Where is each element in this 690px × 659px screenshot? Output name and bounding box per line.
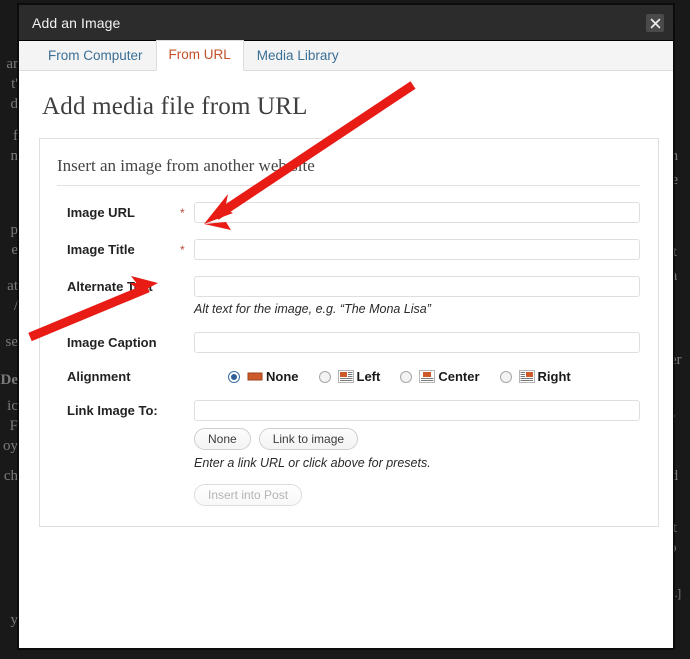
field-row-image-url: Image URL *: [55, 202, 640, 223]
alignment-label-center: Center: [438, 369, 480, 384]
label-image-url: Image URL: [67, 205, 135, 220]
bg-fragment: F: [9, 418, 18, 434]
link-to-image-button[interactable]: Link to image: [258, 428, 359, 450]
bg-fragment: n: [10, 148, 19, 164]
radio-left[interactable]: [318, 370, 331, 383]
tab-from-url[interactable]: From URL: [155, 40, 244, 71]
tab-media-library[interactable]: Media Library: [244, 41, 352, 71]
alt-text-hint: Alt text for the image, e.g. “The Mona L…: [194, 302, 431, 316]
align-right-icon: [518, 370, 535, 383]
field-row-alternate-text: Alternate Text: [55, 276, 640, 297]
alignment-option-left[interactable]: Left: [318, 369, 381, 384]
modal-title: Add an Image: [32, 14, 121, 31]
bg-fragment: at: [7, 278, 18, 294]
align-center-icon: [419, 370, 436, 383]
bg-fragment: e: [11, 242, 18, 258]
close-icon[interactable]: [646, 14, 664, 32]
bg-fragment: t': [11, 76, 18, 92]
bg-fragment: ic: [7, 398, 18, 414]
alignment-radio-group: None Left Center Right: [180, 369, 640, 384]
align-left-icon: [337, 370, 354, 383]
image-title-input[interactable]: [194, 239, 640, 260]
bg-fragment: y: [10, 612, 19, 628]
radio-none[interactable]: [228, 370, 240, 383]
field-row-alignment: Alignment None Left Center Right: [55, 369, 640, 384]
link-preset-none-button[interactable]: None: [194, 428, 251, 450]
alignment-label-none: None: [266, 369, 299, 384]
label-link-image-to: Link Image To:: [67, 403, 158, 418]
alternate-text-input[interactable]: [194, 276, 640, 297]
alignment-option-center[interactable]: Center: [400, 369, 480, 384]
bg-fragment: f: [13, 128, 18, 144]
tab-from-computer[interactable]: From Computer: [35, 41, 156, 71]
bg-fragment: /: [13, 298, 18, 314]
modal-titlebar: Add an Image: [19, 5, 673, 41]
page-title: Add media file from URL: [42, 93, 308, 120]
submit-row: Insert into Post: [194, 484, 640, 506]
modal-body: Add media file from URL Insert an image …: [19, 71, 673, 648]
link-image-to-input[interactable]: [194, 400, 640, 421]
label-image-caption: Image Caption: [67, 335, 157, 350]
label-alternate-text: Alternate Text: [67, 279, 153, 294]
media-source-tabs: From Computer From URL Media Library: [19, 40, 673, 71]
required-marker: *: [180, 205, 185, 220]
alignment-label-right: Right: [537, 369, 571, 384]
label-image-title: Image Title: [67, 242, 135, 257]
alignment-option-right[interactable]: Right: [499, 369, 571, 384]
image-url-input[interactable]: [194, 202, 640, 223]
panel-title: Insert an image from another web site: [57, 156, 640, 186]
bg-fragment: p: [10, 222, 19, 238]
link-hint: Enter a link URL or click above for pres…: [194, 456, 431, 470]
align-none-icon: [247, 370, 263, 383]
url-image-form-panel: Insert an image from another web site Im…: [39, 138, 659, 527]
insert-into-post-button[interactable]: Insert into Post: [194, 484, 303, 506]
field-row-link-image-to: Link Image To:: [55, 400, 640, 421]
link-preset-buttons: None Link to image: [194, 428, 640, 450]
radio-center[interactable]: [400, 370, 413, 383]
bg-fragment: ch: [3, 468, 18, 484]
bg-fragment: se: [5, 334, 19, 350]
required-marker: *: [180, 242, 185, 257]
field-row-image-caption: Image Caption: [55, 332, 640, 353]
bg-fragment: oy: [3, 438, 18, 454]
field-row-image-title: Image Title *: [55, 239, 640, 260]
label-alignment: Alignment: [67, 369, 131, 384]
radio-right[interactable]: [499, 370, 512, 383]
bg-fragment: ar: [6, 56, 18, 72]
bg-fragment: De: [0, 372, 19, 388]
bg-fragment: d: [10, 96, 19, 112]
alignment-option-none[interactable]: None: [228, 369, 299, 384]
image-caption-input[interactable]: [194, 332, 640, 353]
add-image-modal: Add an Image From Computer From URL Medi…: [18, 4, 674, 649]
alignment-label-left: Left: [356, 369, 381, 384]
